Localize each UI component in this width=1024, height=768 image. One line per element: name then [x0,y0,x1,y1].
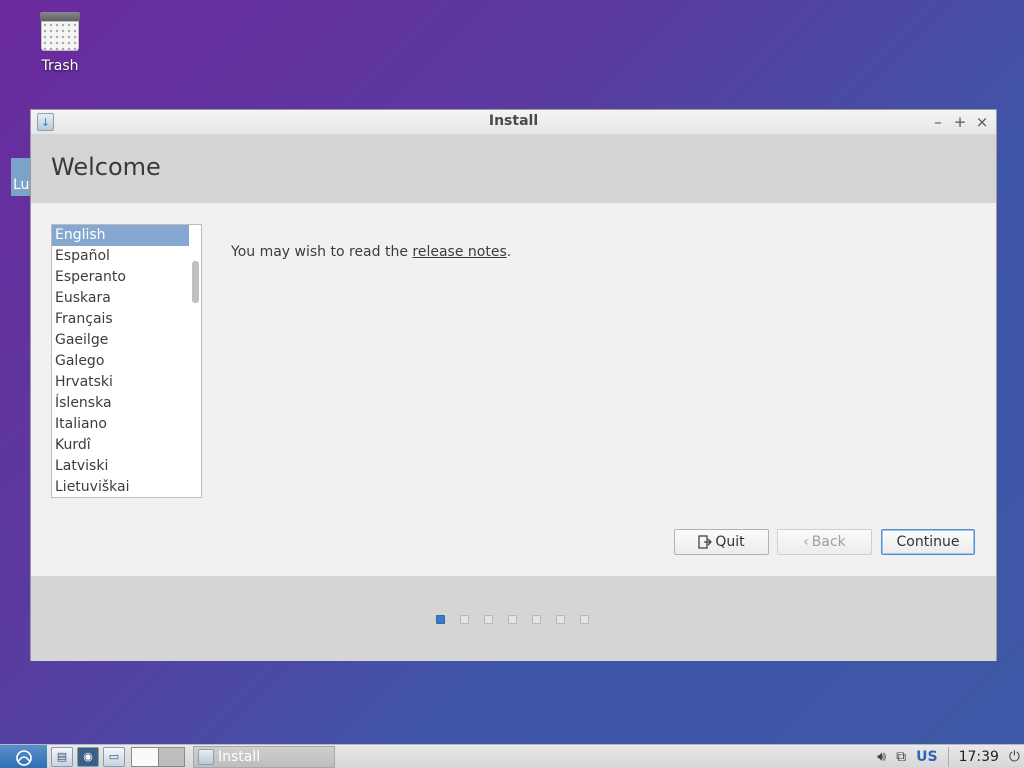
trash-label: Trash [41,58,79,74]
taskbar: ▤ ◉ ▭ Install 🔊︎ ⧉ US 17:39 ⏻ [0,744,1024,768]
language-scrollbar[interactable] [189,225,201,497]
chevron-left-icon: ‹ [803,534,809,550]
language-item[interactable]: Esperanto [52,267,189,288]
quit-button[interactable]: Quit [674,529,769,555]
language-item[interactable]: Euskara [52,288,189,309]
installer-icon [198,748,214,765]
system-tray: 🔊︎ ⧉ US 17:39 ⏻ [877,745,1024,768]
continue-label: Continue [896,534,960,550]
keyboard-layout-indicator[interactable]: US [916,749,937,765]
language-item[interactable]: Français [52,309,189,330]
browser-icon[interactable]: ◉ [77,746,99,767]
language-item[interactable]: Lietuviškai [52,477,189,497]
notes-suffix: . [506,244,512,260]
window-titlebar[interactable]: ↓ Install – + × [31,110,996,135]
language-item[interactable]: Kurdî [52,435,189,456]
exit-icon [698,535,713,549]
step-dot [532,615,541,624]
start-menu-button[interactable] [0,744,47,768]
release-notes-link[interactable]: release notes [412,244,506,260]
workspace-switcher[interactable] [131,746,185,767]
side-tag: Lu [11,158,30,196]
trash-icon [40,8,80,52]
step-dot [508,615,517,624]
page-title: Welcome [51,153,161,181]
release-notes-text: You may wish to read the release notes. [231,244,511,260]
language-item[interactable]: Latviski [52,456,189,477]
language-item[interactable]: English [52,225,189,246]
clock[interactable]: 17:39 [959,749,999,765]
footer-band [31,576,996,661]
language-item[interactable]: Galego [52,351,189,372]
close-icon[interactable]: × [974,112,990,132]
desktop-trash[interactable]: Trash [30,8,90,74]
volume-icon[interactable]: 🔊︎ [877,749,886,765]
step-dot [460,615,469,624]
quit-label: Quit [715,534,745,550]
file-manager-icon[interactable]: ▤ [51,746,73,767]
step-dot [484,615,493,624]
step-dot [580,615,589,624]
language-list[interactable]: English Español Esperanto Euskara Français Ga… [51,224,202,498]
step-dot [556,615,565,624]
step-dot [436,615,445,624]
step-indicator [436,615,589,624]
language-item[interactable]: Íslenska [52,393,189,414]
language-item[interactable]: Hrvatski [52,372,189,393]
language-item[interactable]: Italiano [52,414,189,435]
language-item[interactable]: Español [52,246,189,267]
window-title: Install [488,113,539,129]
workspace-1[interactable] [131,746,158,767]
taskbar-install-button[interactable]: Install [193,745,335,768]
language-item[interactable]: Gaeilge [52,330,189,351]
back-button[interactable]: ‹ Back [777,529,872,555]
scrollbar-thumb[interactable] [192,261,199,303]
workspace-2[interactable] [158,746,185,767]
start-logo-icon [15,749,32,766]
notes-prefix: You may wish to read the [231,244,413,260]
taskbar-install-label: Install [218,748,261,765]
maximize-icon[interactable]: + [952,112,968,132]
header-band: Welcome [31,135,996,203]
continue-button[interactable]: Continue [881,529,975,555]
show-desktop-icon[interactable]: ▭ [103,746,125,767]
minimize-icon[interactable]: – [930,112,946,132]
install-window: ↓ Install – + × Welcome English Español Es… [30,109,997,661]
power-icon[interactable]: ⏻ [1009,749,1020,765]
network-icon[interactable]: ⧉ [896,749,906,765]
back-label: Back [811,534,846,550]
